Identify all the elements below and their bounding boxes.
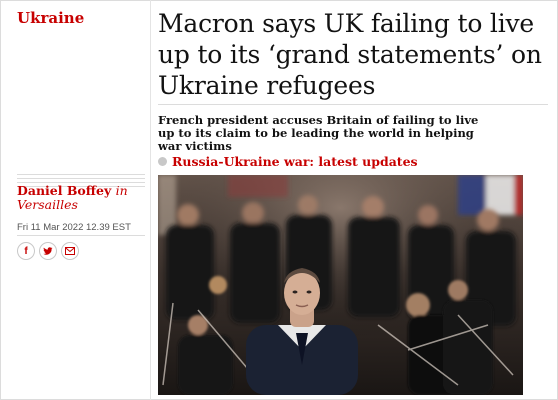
live-updates-label: Russia-Ukraine war: latest updates xyxy=(172,154,418,169)
share-rule xyxy=(17,235,145,236)
standfirst-rule xyxy=(158,104,548,105)
byline-location: Versailles xyxy=(17,197,78,212)
envelope-icon xyxy=(65,247,75,255)
live-dot-icon xyxy=(158,157,167,166)
section-label[interactable]: Ukraine xyxy=(17,9,84,27)
twitter-icon xyxy=(43,246,53,255)
live-updates-link[interactable]: Russia-Ukraine war: latest updates xyxy=(158,154,418,169)
hero-photo xyxy=(158,175,523,395)
email-share-button[interactable] xyxy=(61,242,79,260)
byline: Daniel Boffey in Versailles xyxy=(17,184,147,212)
share-buttons: f xyxy=(17,242,79,260)
facebook-icon: f xyxy=(24,245,28,257)
standfirst: French president accuses Britain of fail… xyxy=(158,113,479,153)
dateline: Fri 11 Mar 2022 12.39 EST xyxy=(17,222,131,233)
hero-photo-illustration xyxy=(158,175,523,395)
byline-in: in xyxy=(115,183,128,198)
facebook-share-button[interactable]: f xyxy=(17,242,35,260)
headline: Macron says UK failing to live up to its… xyxy=(158,9,542,100)
column-divider xyxy=(150,0,151,400)
author-link[interactable]: Daniel Boffey xyxy=(17,183,111,198)
twitter-share-button[interactable] xyxy=(39,242,57,260)
